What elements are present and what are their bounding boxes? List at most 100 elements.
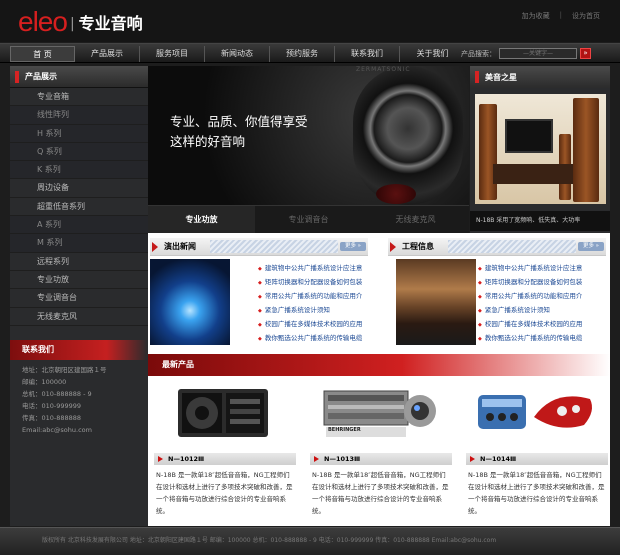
header-mark-icon [475, 71, 479, 83]
nav-item-booking[interactable]: 预约服务 [270, 46, 335, 62]
sidebar-item-q-series[interactable]: Q 系列 [10, 142, 148, 162]
sidebar-item-h-series[interactable]: H 系列 [10, 124, 148, 143]
contact-switchboard: 总机：010-888888 - 9 [22, 390, 92, 398]
contact-phone: 电话：010-999999 [22, 402, 82, 410]
nav-item-news[interactable]: 新闻动态 [205, 46, 270, 62]
sidebar-title: 产品展示 [25, 72, 57, 81]
project-title: 工程信息 [402, 242, 434, 251]
product-description: N-18B 是一款单18″超低音音箱，NG工程师们在设计和选材上进行了多项技术突… [156, 471, 293, 515]
logo-text-en: eleo [18, 6, 68, 37]
list-item[interactable]: ◆ 矩阵切换器和分配器设备如何包装 [258, 275, 362, 289]
project-header: 工程信息 更多 » [388, 238, 606, 256]
list-item[interactable]: ◆ 校园广播在多媒体技术校园的应用 [478, 317, 582, 331]
news-title: 演出新闻 [164, 242, 196, 251]
list-item[interactable]: ◆ 矩阵切换器和分配器设备如何包装 [478, 275, 582, 289]
list-item[interactable]: ◆ 常用公共广播系统的功能和应用介 [478, 289, 582, 303]
sidebar: 产品展示 专业音箱 线性阵列 H 系列 Q 系列 K 系列 周边设备 超重低音系… [10, 66, 148, 526]
triangle-icon [158, 456, 163, 462]
list-item[interactable]: ◆ 建筑物中公共广播系统设计应注意 [478, 261, 582, 275]
star-product-image[interactable] [475, 94, 606, 204]
contact-info: 地址：北京朝阳区建国路１号 邮编：100000 总机：010-888888 - … [22, 364, 107, 436]
logo-separator: | [69, 16, 75, 32]
link-separator: | [559, 11, 562, 19]
section-arrow-icon [152, 242, 158, 252]
news-header: 演出新闻 更多 » [150, 238, 368, 256]
list-item[interactable]: ◆ 紧急广播系统设计须知 [478, 303, 582, 317]
main-content: 演出新闻 更多 » ◆ 建筑物中公共广播系统设计应注意 ◆ 矩阵切换器和分配器设备如… [148, 233, 610, 526]
sidebar-item-a-series[interactable]: A 系列 [10, 216, 148, 235]
footer-text: 版权所有 北京科技发展有限公司 地址：北京朝阳区建国路１号 邮编：100000 … [42, 537, 497, 544]
sidebar-item-peripherals[interactable]: 周边设备 [10, 179, 148, 198]
nav-item-products[interactable]: 产品展示 [75, 46, 140, 62]
product-brand: BEHRINGER [328, 427, 361, 433]
sidebar-header: 产品展示 [10, 66, 148, 88]
nav-item-services[interactable]: 服务项目 [140, 46, 205, 62]
product-image[interactable] [160, 381, 287, 443]
product-description: N-18B 是一款单18″超低音音箱，NG工程师们在设计和选材上进行了多项技术突… [468, 471, 605, 515]
hero-line-1: 专业、品质、你值得享受 [170, 114, 308, 129]
project-more-button[interactable]: 更多 » [578, 242, 604, 251]
product-image[interactable]: BEHRINGER [316, 381, 443, 443]
search-input[interactable] [499, 48, 577, 59]
star-caption[interactable]: N-18B 采用了宽频响、低失真、大功率 [470, 211, 610, 231]
list-item[interactable]: ◆ 紧急广播系统设计须知 [258, 303, 362, 317]
product-image[interactable] [472, 381, 599, 443]
hero-tabs: 专业功放 专业调音台 无线麦克风 [148, 205, 469, 234]
header: eleo | 专业音响 加为收藏 | 设为首页 [0, 0, 620, 42]
logo-text-cn: 专业音响 [78, 14, 143, 33]
list-item[interactable]: ◆ 校园广播在多媒体技术校园的应用 [258, 317, 362, 331]
sidebar-item-m-series[interactable]: M 系列 [10, 234, 148, 253]
add-favorite-link[interactable]: 加为收藏 [522, 11, 550, 21]
sidebar-item-amplifiers[interactable]: 专业功放 [10, 271, 148, 290]
sidebar-item-wireless-mic[interactable]: 无线麦克风 [10, 308, 148, 326]
star-panel: 美音之星 N-18B 采用了宽频响、低失真、大功率 [470, 66, 610, 233]
hero-tab-wireless-mic[interactable]: 无线麦克风 [362, 206, 469, 234]
news-image[interactable] [150, 259, 230, 345]
list-item[interactable]: ◆ 常用公共广播系统的功能和应用介 [258, 289, 362, 303]
hero-tab-mixers[interactable]: 专业调音台 [255, 206, 362, 234]
triangle-icon [314, 456, 319, 462]
contact-header: 联系我们 [10, 340, 148, 360]
list-item[interactable]: ◆ 教你甄选公共广播系统的传输电缆 [478, 331, 582, 345]
hero-line-2: 这样的好音响 [170, 134, 246, 149]
project-image[interactable] [396, 259, 476, 345]
set-homepage-link[interactable]: 设为首页 [572, 11, 600, 21]
nav-items: 首 页 产品展示 服务项目 新闻动态 预约服务 联系我们 关于我们 [10, 46, 465, 62]
list-item[interactable]: ◆ 教你甄选公共广播系统的传输电缆 [258, 331, 362, 345]
sidebar-item-pro-speakers[interactable]: 专业音箱 [10, 88, 148, 107]
section-arrow-icon [390, 242, 396, 252]
speaker-image [353, 66, 463, 205]
hero-brand: ZERMATSONIC [356, 66, 411, 73]
newest-products-header: 最新产品 [148, 354, 610, 376]
page: eleo | 专业音响 加为收藏 | 设为首页 首 页 产品展示 服务项目 新闻… [0, 0, 620, 555]
project-list: ◆ 建筑物中公共广播系统设计应注意 ◆ 矩阵切换器和分配器设备如何包装 ◆ 常用公共广… [478, 261, 582, 345]
top-links: 加为收藏 | 设为首页 [522, 11, 600, 21]
product-name[interactable]: N—1012Ⅲ [154, 453, 296, 465]
nav-item-home[interactable]: 首 页 [10, 46, 75, 62]
sidebar-item-line-array[interactable]: 线性阵列 [10, 106, 148, 125]
header-mark-icon [15, 70, 19, 83]
sidebar-item-subwoofer[interactable]: 超重低音系列 [10, 198, 148, 217]
sidebar-item-remote[interactable]: 远程系列 [10, 253, 148, 271]
list-item[interactable]: ◆ 建筑物中公共广播系统设计应注意 [258, 261, 362, 275]
product-name[interactable]: N—1014Ⅲ [466, 453, 608, 465]
hero-tab-amplifiers[interactable]: 专业功放 [148, 206, 255, 234]
sidebar-item-mixers[interactable]: 专业调音台 [10, 289, 148, 308]
sidebar-item-k-series[interactable]: K 系列 [10, 161, 148, 180]
product-name[interactable]: N—1013Ⅲ [310, 453, 452, 465]
nav-item-contact[interactable]: 联系我们 [335, 46, 400, 62]
hero-banner: ZERMATSONIC 专业、品质、你值得享受 这样的好音响 [148, 66, 469, 205]
product-description: N-18B 是一款单18″超低音音箱，NG工程师们在设计和选材上进行了多项技术突… [312, 471, 449, 515]
footer: 版权所有 北京科技发展有限公司 地址：北京朝阳区建国路１号 邮编：100000 … [0, 527, 620, 555]
triangle-icon [470, 456, 475, 462]
contact-fax: 传真：010-888888 [22, 414, 82, 422]
news-more-button[interactable]: 更多 » [340, 242, 366, 251]
product-search: 产品搜索： » [461, 48, 591, 59]
search-label: 产品搜索： [461, 49, 496, 58]
logo[interactable]: eleo | 专业音响 [18, 6, 143, 36]
search-button[interactable]: » [580, 48, 591, 59]
contact-email[interactable]: Email:abc@sohu.com [22, 424, 107, 436]
star-title: 美音之星 [485, 72, 517, 82]
nav-item-about[interactable]: 关于我们 [400, 46, 465, 62]
speaker-port-image [376, 184, 416, 204]
